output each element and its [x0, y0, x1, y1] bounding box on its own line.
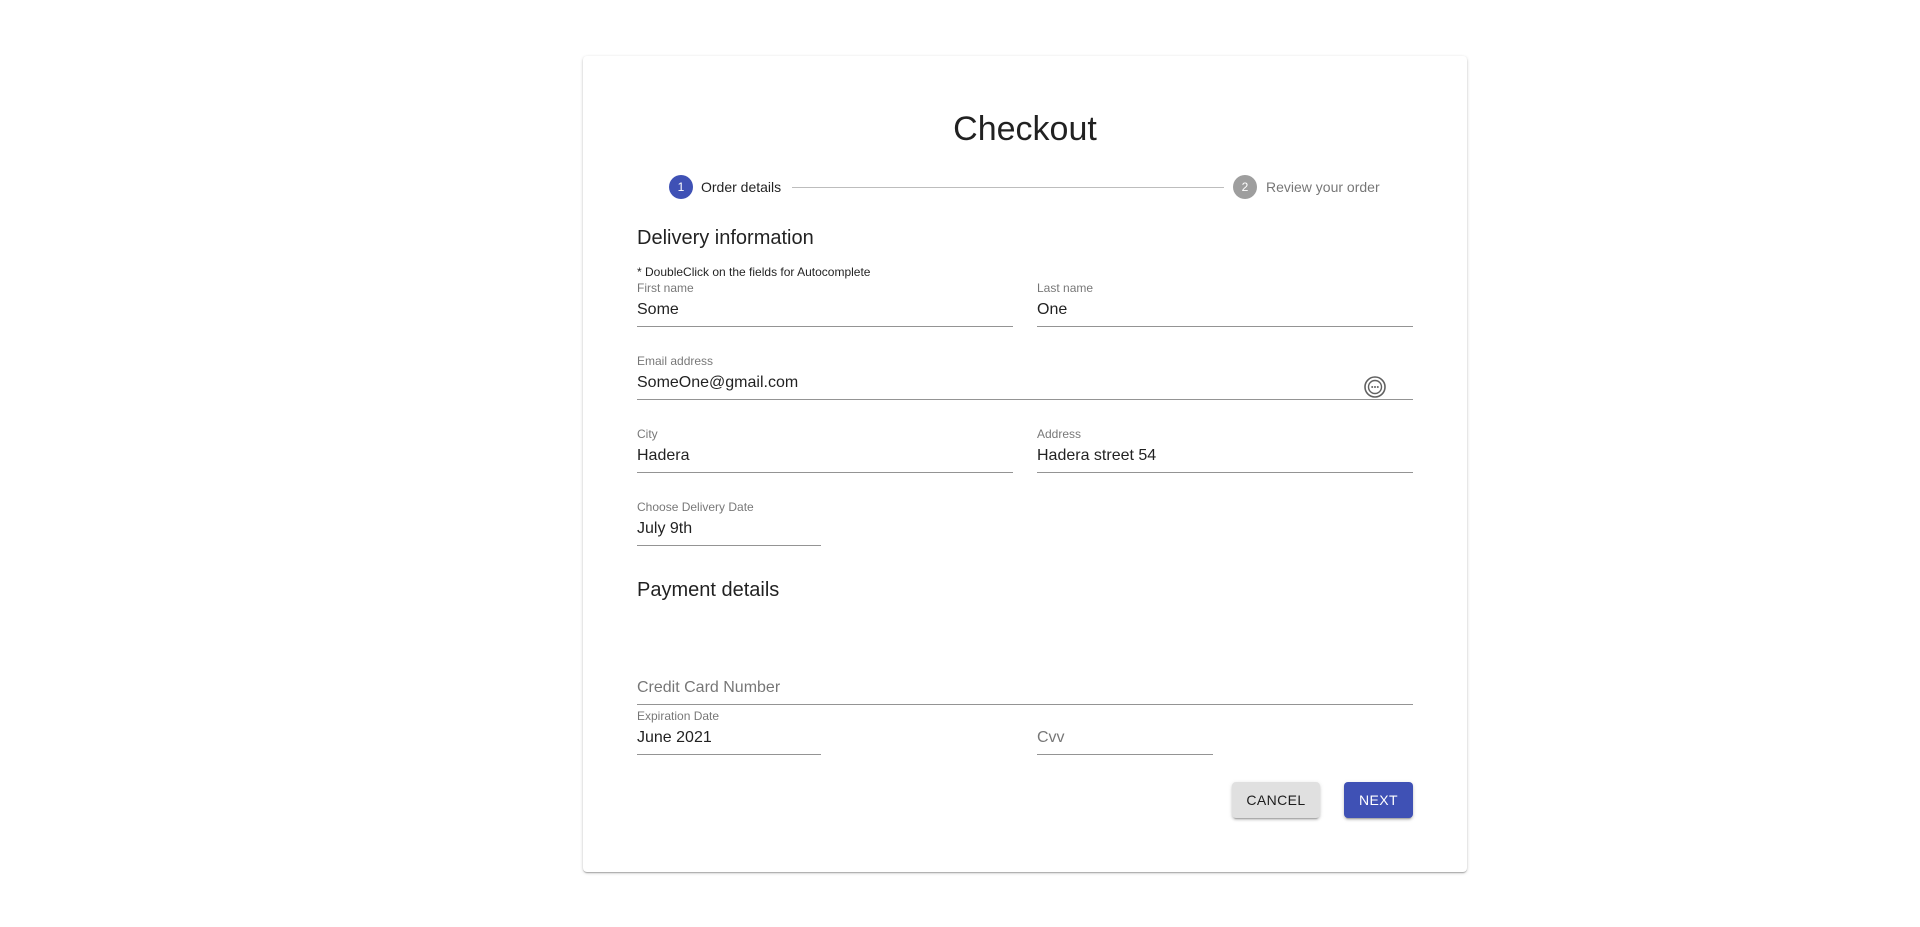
cancel-button[interactable]: CANCEL — [1232, 782, 1320, 818]
city-field[interactable]: City Hadera — [637, 427, 1013, 473]
last-name-label: Last name — [1037, 281, 1094, 295]
step-1-label: Order details — [701, 179, 782, 195]
first-name-field[interactable]: First name Some — [637, 281, 1013, 327]
step-connector — [792, 187, 1224, 188]
expiration-date-field[interactable]: Expiration Date June 2021 — [637, 709, 821, 755]
delivery-date-value[interactable]: July 9th — [637, 519, 692, 539]
expiration-date-label: Expiration Date — [637, 709, 720, 723]
first-name-value[interactable]: Some — [637, 300, 679, 320]
payment-section-title: Payment details — [637, 579, 780, 601]
city-label: City — [637, 427, 658, 441]
cvv-field[interactable]: Cvv — [1037, 721, 1213, 755]
expiration-date-value[interactable]: June 2021 — [637, 728, 712, 748]
page-title: Checkout — [953, 110, 1097, 148]
checkout-card: Checkout 1 Order details 2 Review your o… — [583, 56, 1467, 872]
step-1-circle: 1 — [669, 175, 693, 199]
email-value[interactable]: SomeOne@gmail.com — [637, 373, 798, 393]
email-field[interactable]: Email address SomeOne@gmail.com — [637, 354, 1413, 400]
delivery-date-label: Choose Delivery Date — [637, 500, 754, 514]
city-value[interactable]: Hadera — [637, 446, 689, 466]
autocomplete-hint: * DoubleClick on the fields for Autocomp… — [637, 265, 871, 279]
cvv-placeholder[interactable]: Cvv — [1037, 728, 1065, 748]
email-label: Email address — [637, 354, 714, 368]
card-number-field[interactable]: Credit Card Number — [637, 664, 1413, 705]
next-button[interactable]: NEXT — [1344, 782, 1413, 818]
first-name-label: First name — [637, 281, 694, 295]
step-2-label: Review your order — [1266, 179, 1380, 195]
address-value[interactable]: Hadera street 54 — [1037, 446, 1156, 466]
last-name-value[interactable]: One — [1037, 300, 1067, 320]
address-field[interactable]: Address Hadera street 54 — [1037, 427, 1413, 473]
card-number-placeholder[interactable]: Credit Card Number — [637, 678, 780, 698]
step-2-circle: 2 — [1233, 175, 1257, 199]
address-label: Address — [1037, 427, 1082, 441]
delivery-date-field[interactable]: Choose Delivery Date July 9th — [637, 500, 821, 546]
account-circle-icon[interactable] — [1363, 375, 1387, 399]
delivery-section-title: Delivery information — [637, 227, 814, 249]
last-name-field[interactable]: Last name One — [1037, 281, 1413, 327]
